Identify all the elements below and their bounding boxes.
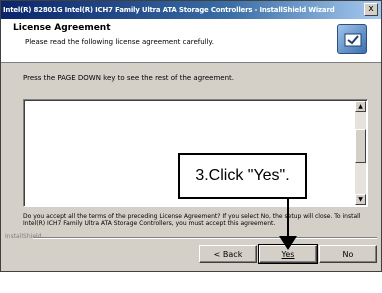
installer-icon xyxy=(337,24,367,54)
installer-window: Intel(R) 82801G Intel(R) ICH7 Family Ult… xyxy=(0,0,382,272)
callout-arrow-line xyxy=(287,199,289,239)
callout-arrow-icon xyxy=(279,236,297,250)
footer-divider xyxy=(33,237,377,239)
back-button[interactable]: < Back xyxy=(199,245,257,263)
license-scrollbar[interactable]: ▲ ▼ xyxy=(355,101,366,205)
page-subtitle: Please read the following license agreem… xyxy=(25,38,214,46)
close-button[interactable]: x xyxy=(364,3,378,16)
page-title: License Agreement xyxy=(13,23,111,33)
no-button[interactable]: No xyxy=(319,245,377,263)
yes-button-label: Yes xyxy=(281,249,295,259)
scroll-thumb[interactable] xyxy=(355,129,366,163)
scroll-down-button[interactable]: ▼ xyxy=(355,194,366,205)
accept-question: Do you accept all the terms of the prece… xyxy=(23,213,361,227)
window-title: Intel(R) 82801G Intel(R) ICH7 Family Ult… xyxy=(3,6,335,14)
instruction-callout: 3.Click "Yes". xyxy=(178,153,307,199)
scroll-up-button[interactable]: ▲ xyxy=(355,101,366,112)
header-panel: License Agreement Please read the follow… xyxy=(1,19,381,63)
page-down-prompt: Press the PAGE DOWN key to see the rest … xyxy=(23,74,235,82)
title-bar[interactable]: Intel(R) 82801G Intel(R) ICH7 Family Ult… xyxy=(1,1,381,19)
